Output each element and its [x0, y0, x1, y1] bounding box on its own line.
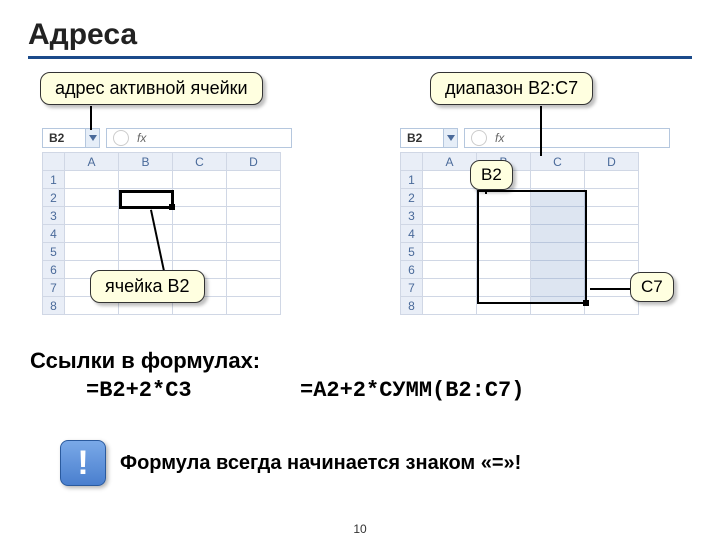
fill-handle[interactable]	[583, 300, 589, 306]
fill-handle[interactable]	[169, 204, 175, 210]
row-header[interactable]: 6	[401, 261, 423, 279]
formula-bar[interactable]: fx	[106, 128, 292, 148]
fx-label: fx	[495, 131, 504, 145]
selected-range-b2c7[interactable]	[477, 190, 587, 304]
formula-bar[interactable]: fx	[464, 128, 670, 148]
callout-range: диапазон B2:C7	[430, 72, 593, 105]
row-header[interactable]: 7	[43, 279, 65, 297]
pointer-line	[90, 106, 92, 130]
name-box[interactable]: B2	[400, 128, 458, 148]
name-box-value: B2	[407, 131, 422, 145]
note-text: Формула всегда начинается знаком «=»!	[120, 452, 521, 475]
active-cell-b2[interactable]	[119, 190, 174, 209]
page-title: Адреса	[28, 18, 692, 59]
row-header[interactable]: 3	[401, 207, 423, 225]
row-header[interactable]: 3	[43, 207, 65, 225]
select-all-corner[interactable]	[401, 153, 423, 171]
row-header[interactable]: 6	[43, 261, 65, 279]
callout-cell-b2: ячейка B2	[90, 270, 205, 303]
page-number: 10	[0, 522, 720, 536]
col-header[interactable]: C	[531, 153, 585, 171]
col-header[interactable]: A	[423, 153, 477, 171]
select-all-corner[interactable]	[43, 153, 65, 171]
row-header[interactable]: 5	[43, 243, 65, 261]
row-header[interactable]: 8	[43, 297, 65, 315]
refs-heading: Ссылки в формулах:	[30, 348, 260, 374]
row-header[interactable]: 7	[401, 279, 423, 297]
name-box-value: B2	[49, 131, 64, 145]
row-header[interactable]: 4	[401, 225, 423, 243]
range-shade	[531, 192, 585, 302]
note-row: ! Формула всегда начинается знаком «=»!	[60, 440, 680, 486]
row-header[interactable]: 2	[43, 189, 65, 207]
label-b2: B2	[470, 160, 513, 190]
row-header[interactable]: 4	[43, 225, 65, 243]
formula-example-2: =A2+2*СУММ(B2:C7)	[300, 378, 524, 403]
col-header[interactable]: D	[585, 153, 639, 171]
exclamation-icon: !	[60, 440, 106, 486]
name-box[interactable]: B2	[42, 128, 100, 148]
col-header[interactable]: A	[65, 153, 119, 171]
name-box-dropdown[interactable]	[85, 129, 99, 147]
col-header[interactable]: C	[173, 153, 227, 171]
callout-active-cell: адрес активной ячейки	[40, 72, 263, 105]
pointer-line	[590, 288, 630, 290]
row-header[interactable]: 8	[401, 297, 423, 315]
row-header[interactable]: 5	[401, 243, 423, 261]
row-header[interactable]: 1	[401, 171, 423, 189]
fx-label: fx	[137, 131, 146, 145]
row-header[interactable]: 1	[43, 171, 65, 189]
pointer-line	[540, 106, 542, 156]
col-header[interactable]: D	[227, 153, 281, 171]
name-box-dropdown[interactable]	[443, 129, 457, 147]
col-header[interactable]: B	[119, 153, 173, 171]
label-c7: C7	[630, 272, 674, 302]
formula-example-1: =B2+2*C3	[86, 378, 192, 403]
row-header[interactable]: 2	[401, 189, 423, 207]
